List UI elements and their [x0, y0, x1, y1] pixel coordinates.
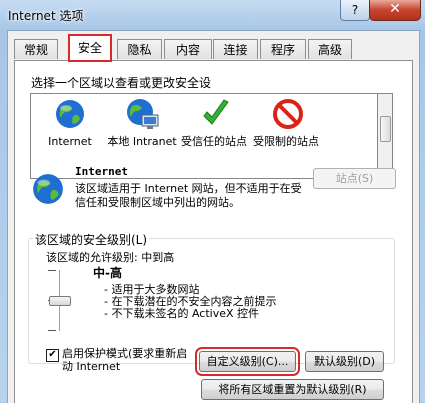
tab-content[interactable]: 内容 — [164, 39, 212, 59]
zone-list-scrollbar[interactable] — [378, 93, 393, 179]
sites-button[interactable]: 站点(S) — [313, 168, 396, 189]
slider-tick — [48, 330, 56, 331]
close-button[interactable]: ✕ — [369, 0, 421, 21]
security-level-group-label: 该区域的安全级别(L) — [33, 231, 150, 248]
protected-mode-label: 启用保护模式(要求重新启动 Internet — [62, 347, 188, 373]
globe-icon — [56, 100, 84, 128]
security-level-slider-thumb[interactable] — [49, 296, 71, 306]
zone-trusted-sites[interactable]: 受信任的站点 — [181, 94, 251, 174]
zone-local-intranet-label: 本地 Intranet — [107, 135, 177, 148]
tab-security[interactable]: 安全 — [68, 34, 112, 62]
reset-all-zones-button[interactable]: 将所有区域重置为默认级别(R) — [201, 379, 384, 400]
intranet-icon — [127, 99, 159, 129]
zone-trusted-sites-label: 受信任的站点 — [181, 135, 247, 148]
custom-level-button[interactable]: 自定义级别(C)... — [195, 347, 300, 376]
tab-advanced[interactable]: 高级 — [308, 39, 352, 59]
no-entry-icon — [273, 99, 303, 129]
zone-internet-label: Internet — [48, 135, 92, 148]
tab-connections[interactable]: 连接 — [213, 39, 258, 59]
protected-mode-checkbox[interactable]: ✔ — [46, 349, 59, 362]
zone-restricted-sites[interactable]: 受限制的站点 — [253, 94, 323, 174]
security-level-name: 中-高 — [93, 266, 122, 280]
selected-zone-globe-icon — [33, 174, 63, 204]
tab-general[interactable]: 常规 — [14, 39, 58, 59]
select-zone-prompt: 选择一个区域以查看或更改安全设 — [31, 76, 212, 90]
scroll-thumb[interactable] — [380, 116, 391, 142]
window-title: Internet 选项 — [8, 9, 84, 23]
zone-restricted-sites-label: 受限制的站点 — [253, 135, 319, 148]
allowed-levels-text: 该区域的允许级别: 中到高 — [46, 251, 175, 264]
tab-programs[interactable]: 程序 — [260, 39, 306, 59]
tab-privacy[interactable]: 隐私 — [117, 39, 162, 59]
help-button[interactable]: ? — [340, 0, 370, 21]
internet-options-window: Internet 选项 ? ✕ 常规 安全 隐私 内容 连接 程序 高级 选择一… — [0, 0, 425, 403]
slider-tick — [48, 270, 56, 271]
zone-local-intranet[interactable]: 本地 Intranet — [107, 94, 177, 174]
selected-zone-description: 该区域适用于 Internet 网站，但不适用于在受信任和受限制区域中列出的网站… — [75, 182, 302, 209]
selected-zone-title: Internet — [75, 165, 128, 178]
title-bar: Internet 选项 ? ✕ — [0, 0, 425, 30]
level-description-3: - 不下载未签名的 ActiveX 控件 — [104, 307, 260, 320]
default-level-button[interactable]: 默认级别(D) — [305, 351, 384, 372]
zone-internet[interactable]: Internet — [35, 94, 105, 174]
checkmark-icon — [203, 99, 229, 125]
